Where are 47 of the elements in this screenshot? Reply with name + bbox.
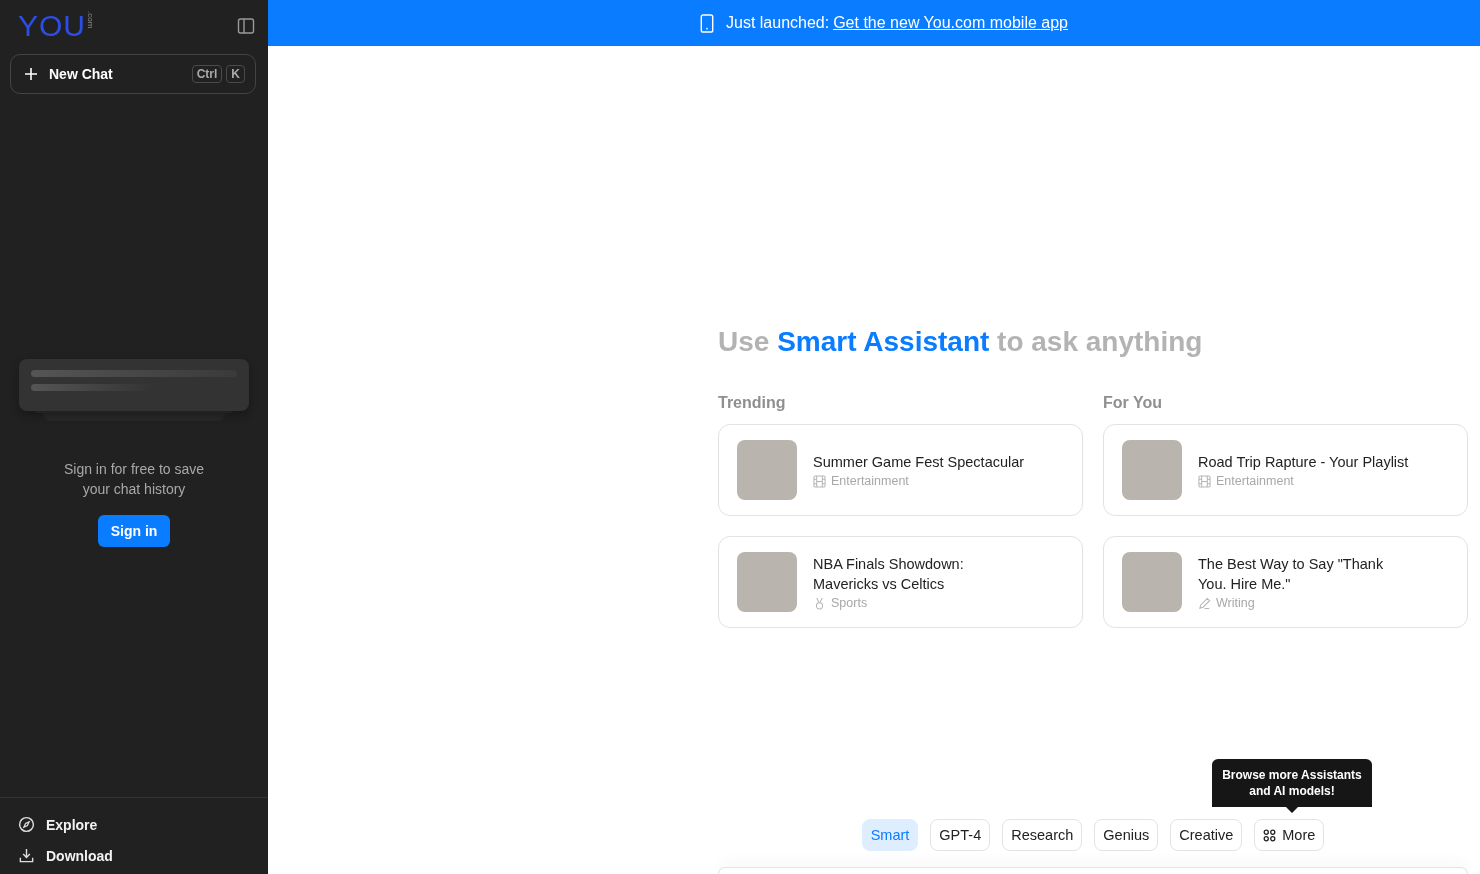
nav-label: Download — [46, 847, 113, 864]
banner-text: Just launched: — [726, 14, 830, 32]
assistant-tab[interactable]: GPT-4 — [930, 819, 991, 851]
card-title: Road Trip Rapture - Your Playlist — [1198, 453, 1410, 472]
card-title: The Best Way to Say "Thank You. Hire Me." — [1198, 555, 1385, 594]
photo-placeholder — [737, 552, 797, 612]
section-title: Trending — [718, 394, 787, 412]
pen-icon — [1198, 596, 1211, 610]
film-icon — [813, 474, 826, 488]
sidebar-nav-item[interactable]: Explore — [18, 816, 250, 833]
suggestion-card[interactable]: Road Trip Rapture - Your Playlist Entertainment — [1103, 424, 1468, 516]
sidebar-toggle-icon[interactable] — [236, 16, 256, 36]
category-label: Sports — [831, 596, 868, 610]
compass-icon — [18, 816, 35, 833]
assistant-tab[interactable]: Creative — [1170, 819, 1243, 851]
logo[interactable]: YOU .com — [18, 11, 93, 41]
phone-icon — [700, 13, 714, 33]
section-title: For You — [1103, 394, 1163, 412]
photo-placeholder — [1122, 440, 1182, 500]
category-label: Entertainment — [1216, 474, 1294, 488]
sidebar-nav-item[interactable]: Download — [18, 847, 250, 864]
assistant-tab[interactable]: More — [1254, 819, 1325, 851]
sign-in-button[interactable]: Sign in — [97, 515, 171, 547]
suggestion-card[interactable]: NBA Finals Showdown: Mavericks vs Celtics Sports — [718, 536, 1083, 628]
keyboard-key: K — [226, 65, 245, 83]
tooltip: Browse more Assistants and AI models! — [1212, 759, 1372, 813]
suggestion-card[interactable]: Summer Game Fest Spectacular Entertainment — [718, 424, 1083, 516]
sign-in-prompt: Sign in for free to save your chat history — [62, 460, 206, 499]
download-icon — [18, 847, 35, 864]
assistant-tab[interactable]: Research — [1002, 819, 1083, 851]
grid-dots-icon — [1263, 828, 1277, 842]
film-icon — [1198, 474, 1211, 488]
new-chat-button[interactable]: New Chat Ctrl K — [10, 54, 256, 94]
category-label: Writing — [1216, 596, 1255, 610]
keyboard-key: Ctrl — [191, 65, 223, 83]
plus-icon — [24, 67, 38, 81]
suggestion-card[interactable]: The Best Way to Say "Thank You. Hire Me." Writing — [1103, 536, 1468, 628]
headline: Use Smart Assistant to ask anything — [718, 326, 1204, 358]
nav-label: Explore — [46, 816, 98, 833]
medal-icon — [813, 596, 826, 610]
assistant-tab[interactable]: Genius — [1094, 819, 1159, 851]
category-label: Entertainment — [831, 474, 909, 488]
card-title: NBA Finals Showdown: Mavericks vs Celtics — [813, 555, 965, 594]
photo-placeholder — [737, 440, 797, 500]
card-title: Summer Game Fest Spectacular — [813, 453, 1026, 472]
mobile-app-link[interactable]: Get the new You.com mobile app — [833, 14, 1068, 32]
photo-placeholder — [1122, 552, 1182, 612]
